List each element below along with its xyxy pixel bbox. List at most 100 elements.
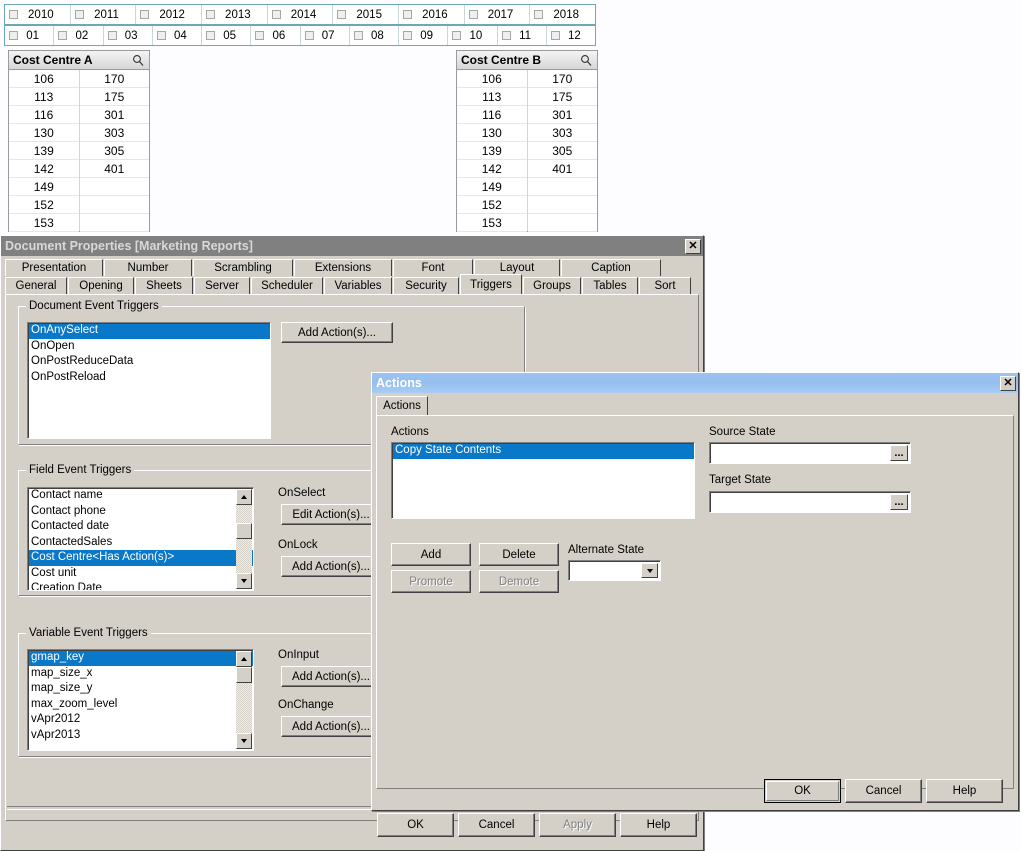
checkbox-icon[interactable] xyxy=(140,10,149,19)
checkbox-icon[interactable] xyxy=(157,31,166,40)
list-item[interactable]: Contact phone xyxy=(28,504,253,520)
list-item[interactable]: 130 xyxy=(457,124,527,142)
onselect-edit-actions-button[interactable]: Edit Action(s)... xyxy=(281,504,381,525)
list-item[interactable]: 142 xyxy=(457,160,527,178)
scrollbar-track[interactable] xyxy=(236,505,252,573)
actions-ok-button[interactable]: OK xyxy=(764,779,841,803)
list-item[interactable]: vApr2013 xyxy=(28,728,253,744)
list-item[interactable]: OnPostReduceData xyxy=(28,354,270,370)
target-state-browse-button[interactable]: ... xyxy=(890,494,908,510)
month-option-cell[interactable]: 12 xyxy=(547,26,595,45)
tab-triggers[interactable]: Triggers xyxy=(460,274,522,294)
checkbox-icon[interactable] xyxy=(272,10,281,19)
close-icon[interactable]: ✕ xyxy=(1000,376,1016,391)
list-item[interactable]: Contact name xyxy=(28,488,253,504)
target-state-input[interactable] xyxy=(710,496,890,508)
list-item[interactable]: 175 xyxy=(528,88,598,106)
list-item[interactable]: 303 xyxy=(80,124,150,142)
month-option-cell[interactable]: 08 xyxy=(350,26,399,45)
month-option-cell[interactable]: 09 xyxy=(399,26,448,45)
list-item[interactable]: 303 xyxy=(528,124,598,142)
tab-groups[interactable]: Groups xyxy=(523,277,581,294)
list-item[interactable]: 153 xyxy=(9,214,79,232)
tab-scrambling[interactable]: Scrambling xyxy=(193,259,293,276)
scroll-down-icon[interactable] xyxy=(236,573,252,589)
list-item[interactable]: 401 xyxy=(80,160,150,178)
list-item[interactable]: vApr2012 xyxy=(28,712,253,728)
magnifier-icon[interactable] xyxy=(580,54,593,67)
scroll-up-icon[interactable] xyxy=(236,651,252,667)
checkbox-icon[interactable] xyxy=(534,10,543,19)
month-option-cell[interactable]: 01 xyxy=(5,26,54,45)
list-item[interactable]: 149 xyxy=(9,178,79,196)
list-item[interactable]: 152 xyxy=(9,196,79,214)
checkbox-icon[interactable] xyxy=(255,31,264,40)
checkbox-icon[interactable] xyxy=(206,10,215,19)
tab-general[interactable]: General xyxy=(5,277,67,294)
list-item[interactable] xyxy=(528,214,598,232)
list-item[interactable]: 142 xyxy=(9,160,79,178)
onlock-add-actions-button[interactable]: Add Action(s)... xyxy=(281,556,381,577)
list-item[interactable]: 149 xyxy=(457,178,527,196)
tab-server[interactable]: Server xyxy=(194,277,250,294)
list-item[interactable]: ContactedSales xyxy=(28,535,253,551)
list-item[interactable]: Cost Centre<Has Action(s)> xyxy=(28,550,253,566)
variable-event-triggers-list[interactable]: gmap_key map_size_x map_size_y max_zoom_… xyxy=(27,649,254,751)
field-event-triggers-list[interactable]: Contact name Contact phone Contacted dat… xyxy=(27,487,254,591)
tab-tables[interactable]: Tables xyxy=(582,277,638,294)
list-item[interactable]: 305 xyxy=(528,142,598,160)
source-state-input[interactable] xyxy=(710,447,890,459)
scroll-down-icon[interactable] xyxy=(236,733,252,749)
year-option-cell[interactable]: 2018 xyxy=(530,5,595,24)
list-item[interactable]: 113 xyxy=(457,88,527,106)
alternate-state-combo[interactable] xyxy=(568,560,661,581)
listbox-cost-centre-a[interactable]: Cost Centre A 106 113 116 130 139 142 14… xyxy=(8,50,150,232)
month-option-cell[interactable]: 03 xyxy=(104,26,153,45)
list-item[interactable]: 305 xyxy=(80,142,150,160)
tab-actions[interactable]: Actions xyxy=(376,396,428,415)
list-item[interactable]: 116 xyxy=(457,106,527,124)
docprops-ok-button[interactable]: OK xyxy=(377,813,454,837)
scrollbar-thumb[interactable] xyxy=(236,667,252,683)
list-item[interactable] xyxy=(80,196,150,214)
checkbox-icon[interactable] xyxy=(502,31,511,40)
dialog-titlebar[interactable]: Document Properties [Marketing Reports] … xyxy=(1,236,703,256)
tab-variables[interactable]: Variables xyxy=(324,277,392,294)
list-item[interactable] xyxy=(528,196,598,214)
list-item[interactable]: map_size_x xyxy=(28,666,253,682)
list-item[interactable]: 170 xyxy=(80,70,150,88)
month-option-cell[interactable]: 02 xyxy=(54,26,103,45)
chevron-down-icon[interactable] xyxy=(641,563,658,578)
year-option-cell[interactable]: 2011 xyxy=(71,5,137,24)
tab-scheduler[interactable]: Scheduler xyxy=(251,277,323,294)
checkbox-icon[interactable] xyxy=(551,31,560,40)
list-item[interactable] xyxy=(80,178,150,196)
dialog-titlebar[interactable]: Actions ✕ xyxy=(372,373,1018,393)
tab-sort[interactable]: Sort xyxy=(639,277,691,294)
list-item[interactable]: 175 xyxy=(80,88,150,106)
list-item[interactable]: 401 xyxy=(528,160,598,178)
list-item[interactable]: 301 xyxy=(80,106,150,124)
month-option-cell[interactable]: 04 xyxy=(153,26,202,45)
delete-button[interactable]: Delete xyxy=(479,543,559,566)
field-list-scrollbar[interactable] xyxy=(236,489,252,589)
checkbox-icon[interactable] xyxy=(354,31,363,40)
checkbox-icon[interactable] xyxy=(58,31,67,40)
list-item[interactable]: 113 xyxy=(9,88,79,106)
tab-sheets[interactable]: Sheets xyxy=(135,277,193,294)
year-option-cell[interactable]: 2010 xyxy=(5,5,71,24)
list-item[interactable]: 116 xyxy=(9,106,79,124)
target-state-field[interactable]: ... xyxy=(709,491,911,513)
list-item[interactable]: max_zoom_level xyxy=(28,697,253,713)
month-option-cell[interactable]: 05 xyxy=(202,26,251,45)
list-item[interactable]: 170 xyxy=(528,70,598,88)
list-item[interactable]: 152 xyxy=(457,196,527,214)
year-option-cell[interactable]: 2015 xyxy=(333,5,399,24)
year-option-cell[interactable]: 2014 xyxy=(268,5,334,24)
list-item[interactable]: 301 xyxy=(528,106,598,124)
list-item[interactable]: 139 xyxy=(457,142,527,160)
docprops-cancel-button[interactable]: Cancel xyxy=(458,813,535,837)
checkbox-icon[interactable] xyxy=(9,10,18,19)
actions-cancel-button[interactable]: Cancel xyxy=(845,779,922,803)
checkbox-icon[interactable] xyxy=(9,31,18,40)
